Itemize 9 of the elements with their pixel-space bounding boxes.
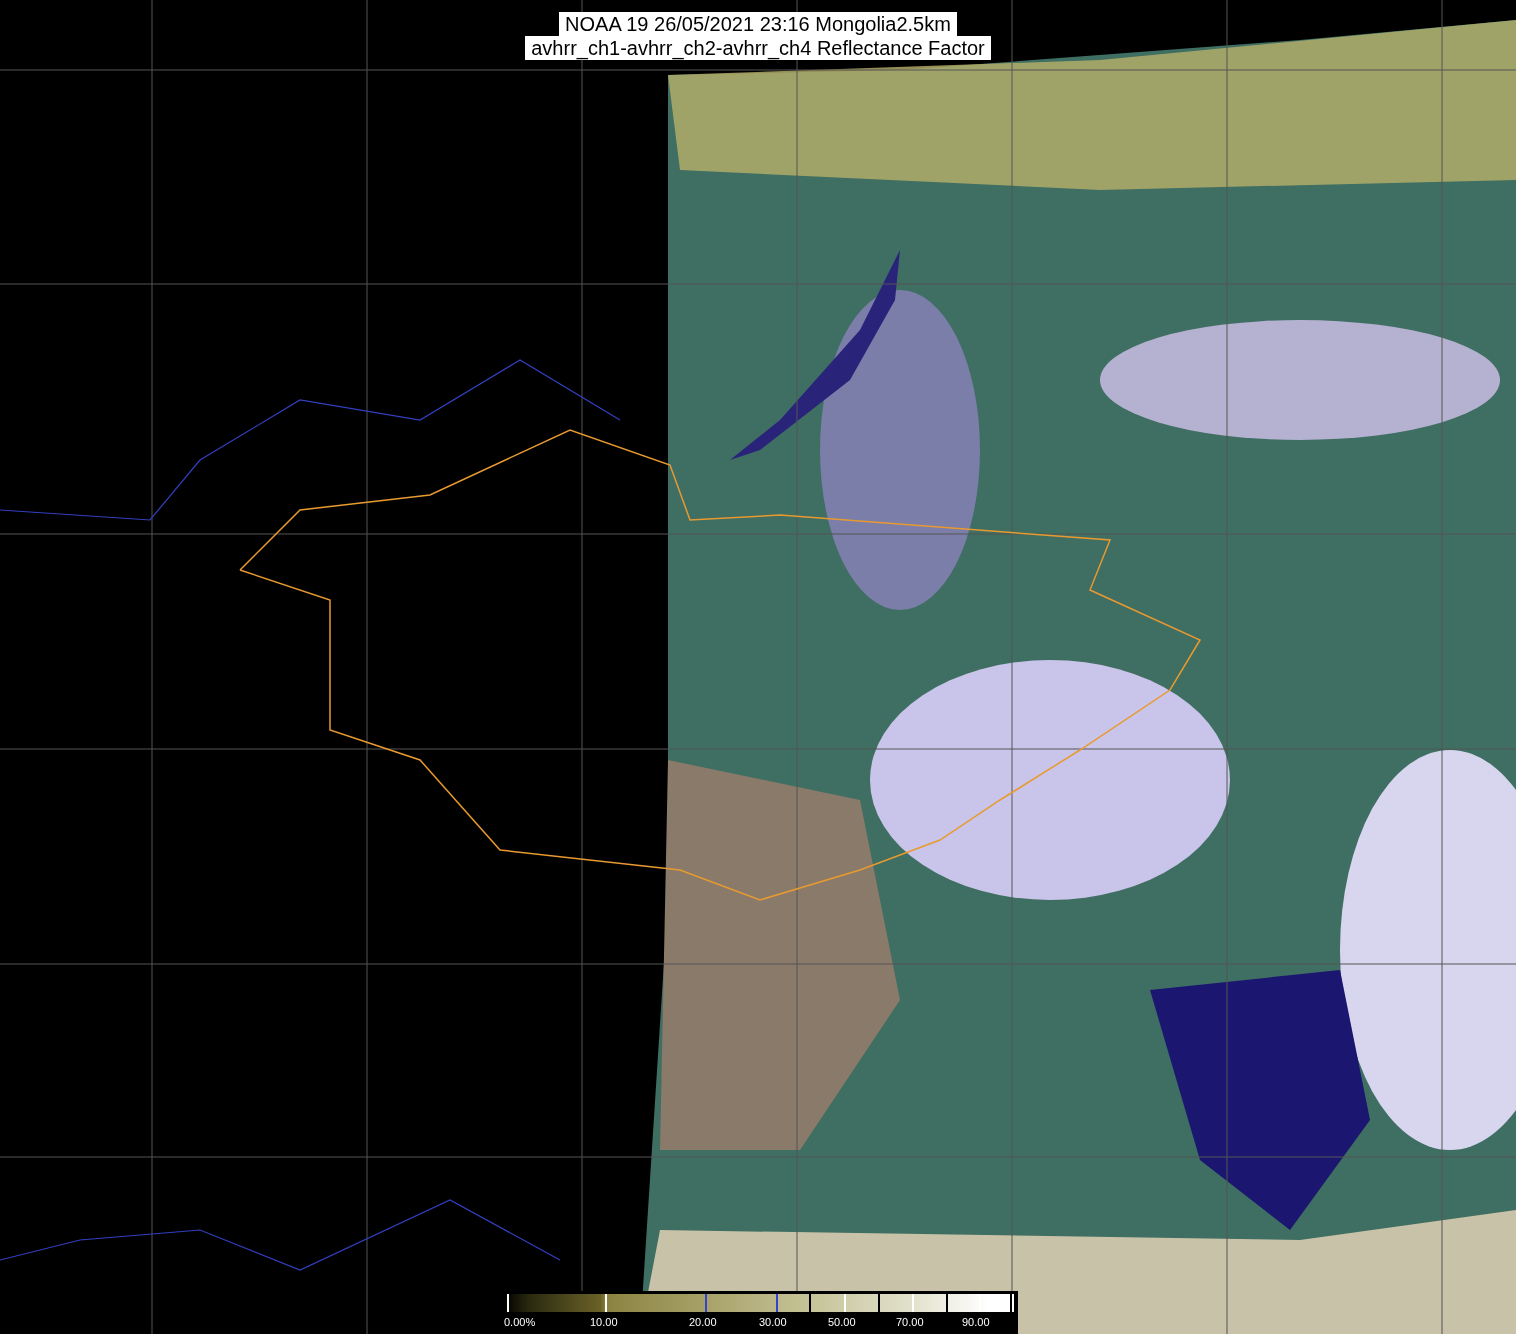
scale-label: 0.00% xyxy=(504,1316,536,1328)
scale-label: 30.00 xyxy=(759,1316,787,1328)
scale-label: 10.00 xyxy=(590,1316,618,1328)
scale-label: 50.00 xyxy=(828,1316,856,1328)
scale-label: 70.00 xyxy=(896,1316,924,1328)
scale-label: 90.00 xyxy=(962,1316,990,1328)
map-title: avhrr_ch1-avhrr_ch2-avhrr_ch4 Reflectance Factor xyxy=(525,36,991,60)
scale-label: 20.00 xyxy=(689,1316,717,1328)
map-title: NOAA 19 26/05/2021 23:16 Mongolia2.5km xyxy=(559,12,957,36)
